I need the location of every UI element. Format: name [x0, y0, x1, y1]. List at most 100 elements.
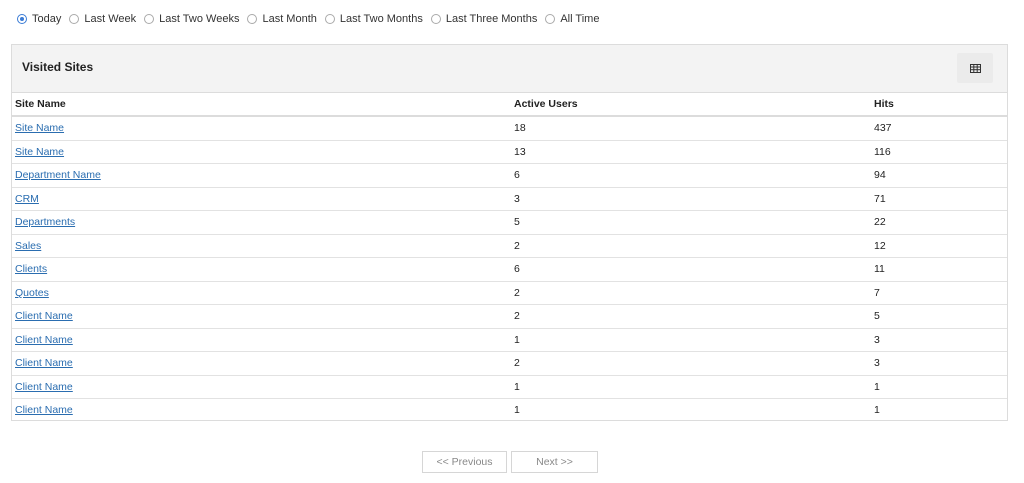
column-header-active-users[interactable]: Active Users	[511, 93, 871, 117]
site-cell: Client Name	[12, 351, 511, 376]
previous-page-button[interactable]: << Previous	[422, 451, 507, 473]
filter-label: Last Month	[262, 13, 317, 25]
active-users-cell: 2	[511, 234, 871, 258]
active-users-cell: 3	[511, 187, 871, 211]
hits-cell: 11	[871, 257, 1007, 282]
filter-label: Today	[32, 13, 62, 25]
radio-button[interactable]	[545, 14, 556, 24]
radio-button[interactable]	[69, 14, 80, 24]
table-icon	[969, 63, 981, 73]
radio-button[interactable]	[430, 14, 441, 24]
table-row: Department Name 6 94	[12, 163, 1007, 188]
site-link[interactable]: Client Name	[15, 334, 73, 346]
hits-cell: 94	[871, 163, 1007, 188]
site-cell: Client Name	[12, 328, 511, 352]
radio-button-selected[interactable]	[17, 14, 27, 24]
filter-label: Last Three Months	[445, 13, 538, 25]
filter-last-two-months[interactable]: Last Two Months	[324, 13, 423, 25]
active-users-cell: 1	[511, 375, 871, 399]
table-row: Sales 2 12	[12, 234, 1007, 258]
site-cell: Client Name	[12, 304, 511, 329]
table-row: Client Name 2 5	[12, 304, 1007, 329]
site-link[interactable]: Departments	[15, 216, 75, 228]
hits-cell: 1	[874, 404, 880, 417]
hits-cell: 7	[871, 281, 1007, 305]
site-cell: Site Name	[12, 116, 511, 141]
hits-cell: 1	[871, 375, 1007, 399]
filter-all-time[interactable]: All Time	[545, 13, 599, 25]
hits-cell: 22	[871, 210, 1007, 235]
site-link[interactable]: Site Name	[15, 122, 64, 134]
table-view-button[interactable]	[957, 53, 993, 83]
table-row: Clients 6 11	[12, 257, 1007, 282]
pagination: << Previous Next >>	[422, 451, 602, 473]
table-row: Client Name 1 1	[12, 399, 1007, 422]
site-link[interactable]: Quotes	[15, 287, 49, 299]
active-users-cell: 1	[514, 404, 520, 417]
filter-today[interactable]: Today	[17, 13, 61, 25]
site-link[interactable]: Sales	[15, 240, 41, 252]
site-cell: Clients	[12, 257, 511, 282]
column-header-site-name[interactable]: Site Name	[12, 93, 511, 117]
hits-cell: 116	[871, 140, 1007, 164]
table-row: Site Name 18 437	[12, 116, 1007, 141]
site-link[interactable]: Client Name	[15, 381, 73, 393]
table-row: CRM 3 71	[12, 187, 1007, 211]
filter-last-three-months[interactable]: Last Three Months	[430, 13, 538, 25]
active-users-cell: 2	[511, 304, 871, 329]
site-cell: Department Name	[12, 163, 511, 188]
site-link[interactable]: Department Name	[15, 169, 101, 181]
site-cell: Site Name	[12, 140, 511, 164]
filter-last-month[interactable]: Last Month	[247, 13, 317, 25]
column-header-hits[interactable]: Hits	[871, 93, 1007, 117]
hits-cell: 12	[871, 234, 1007, 258]
active-users-cell: 2	[511, 281, 871, 305]
site-cell: CRM	[12, 187, 511, 211]
site-cell: Client Name	[12, 399, 511, 422]
table-header-row: Site Name Active Users Hits	[12, 93, 1007, 117]
active-users-cell: 6	[511, 163, 871, 188]
table-row: Client Name 1 1	[12, 375, 1007, 399]
visited-sites-panel: Visited Sites Site Name Active Users Hit…	[11, 44, 1008, 421]
table-row: Site Name 13 116	[12, 140, 1007, 164]
panel-header: Visited Sites	[12, 45, 1007, 93]
active-users-cell: 13	[511, 140, 871, 164]
next-page-button[interactable]: Next >>	[511, 451, 598, 473]
table-row: Client Name 1 3	[12, 328, 1007, 352]
visited-sites-table: Site Name Active Users Hits Site Name 18…	[12, 93, 1007, 422]
filter-label: Last Two Weeks	[159, 13, 240, 25]
hits-cell: 3	[871, 351, 1007, 376]
active-users-cell: 6	[511, 257, 871, 282]
table-row: Quotes 2 7	[12, 281, 1007, 305]
hits-cell: 437	[871, 116, 1007, 141]
radio-button[interactable]	[324, 14, 335, 24]
site-link[interactable]: Client Name	[15, 404, 73, 416]
radio-button[interactable]	[144, 14, 155, 24]
filter-label: Last Week	[84, 13, 137, 25]
filter-last-week[interactable]: Last Week	[69, 13, 136, 25]
site-cell: Departments	[12, 210, 511, 235]
site-link[interactable]: Client Name	[15, 310, 73, 322]
active-users-cell: 2	[511, 351, 871, 376]
table-row: Client Name 2 3	[12, 351, 1007, 376]
hits-cell: 3	[871, 328, 1007, 352]
site-cell: Sales	[12, 234, 511, 258]
active-users-cell: 18	[511, 116, 871, 141]
panel-title: Visited Sites	[22, 60, 94, 74]
radio-button[interactable]	[247, 14, 258, 24]
table-row: Departments 5 22	[12, 210, 1007, 235]
active-users-cell: 5	[511, 210, 871, 235]
site-cell: Quotes	[12, 281, 511, 305]
site-link[interactable]: Client Name	[15, 357, 73, 369]
active-users-cell: 1	[511, 328, 871, 352]
site-cell: Client Name	[12, 375, 511, 399]
site-link[interactable]: CRM	[15, 193, 39, 205]
hits-cell: 71	[871, 187, 1007, 211]
hits-cell: 5	[871, 304, 1007, 329]
site-link[interactable]: Clients	[15, 263, 47, 275]
filter-label: Last Two Months	[339, 13, 423, 25]
filter-label: All Time	[560, 13, 600, 25]
date-range-filter: Today Last Week Last Two Weeks Last Mont…	[17, 11, 607, 27]
filter-last-two-weeks[interactable]: Last Two Weeks	[144, 13, 239, 25]
site-link[interactable]: Site Name	[15, 146, 64, 158]
